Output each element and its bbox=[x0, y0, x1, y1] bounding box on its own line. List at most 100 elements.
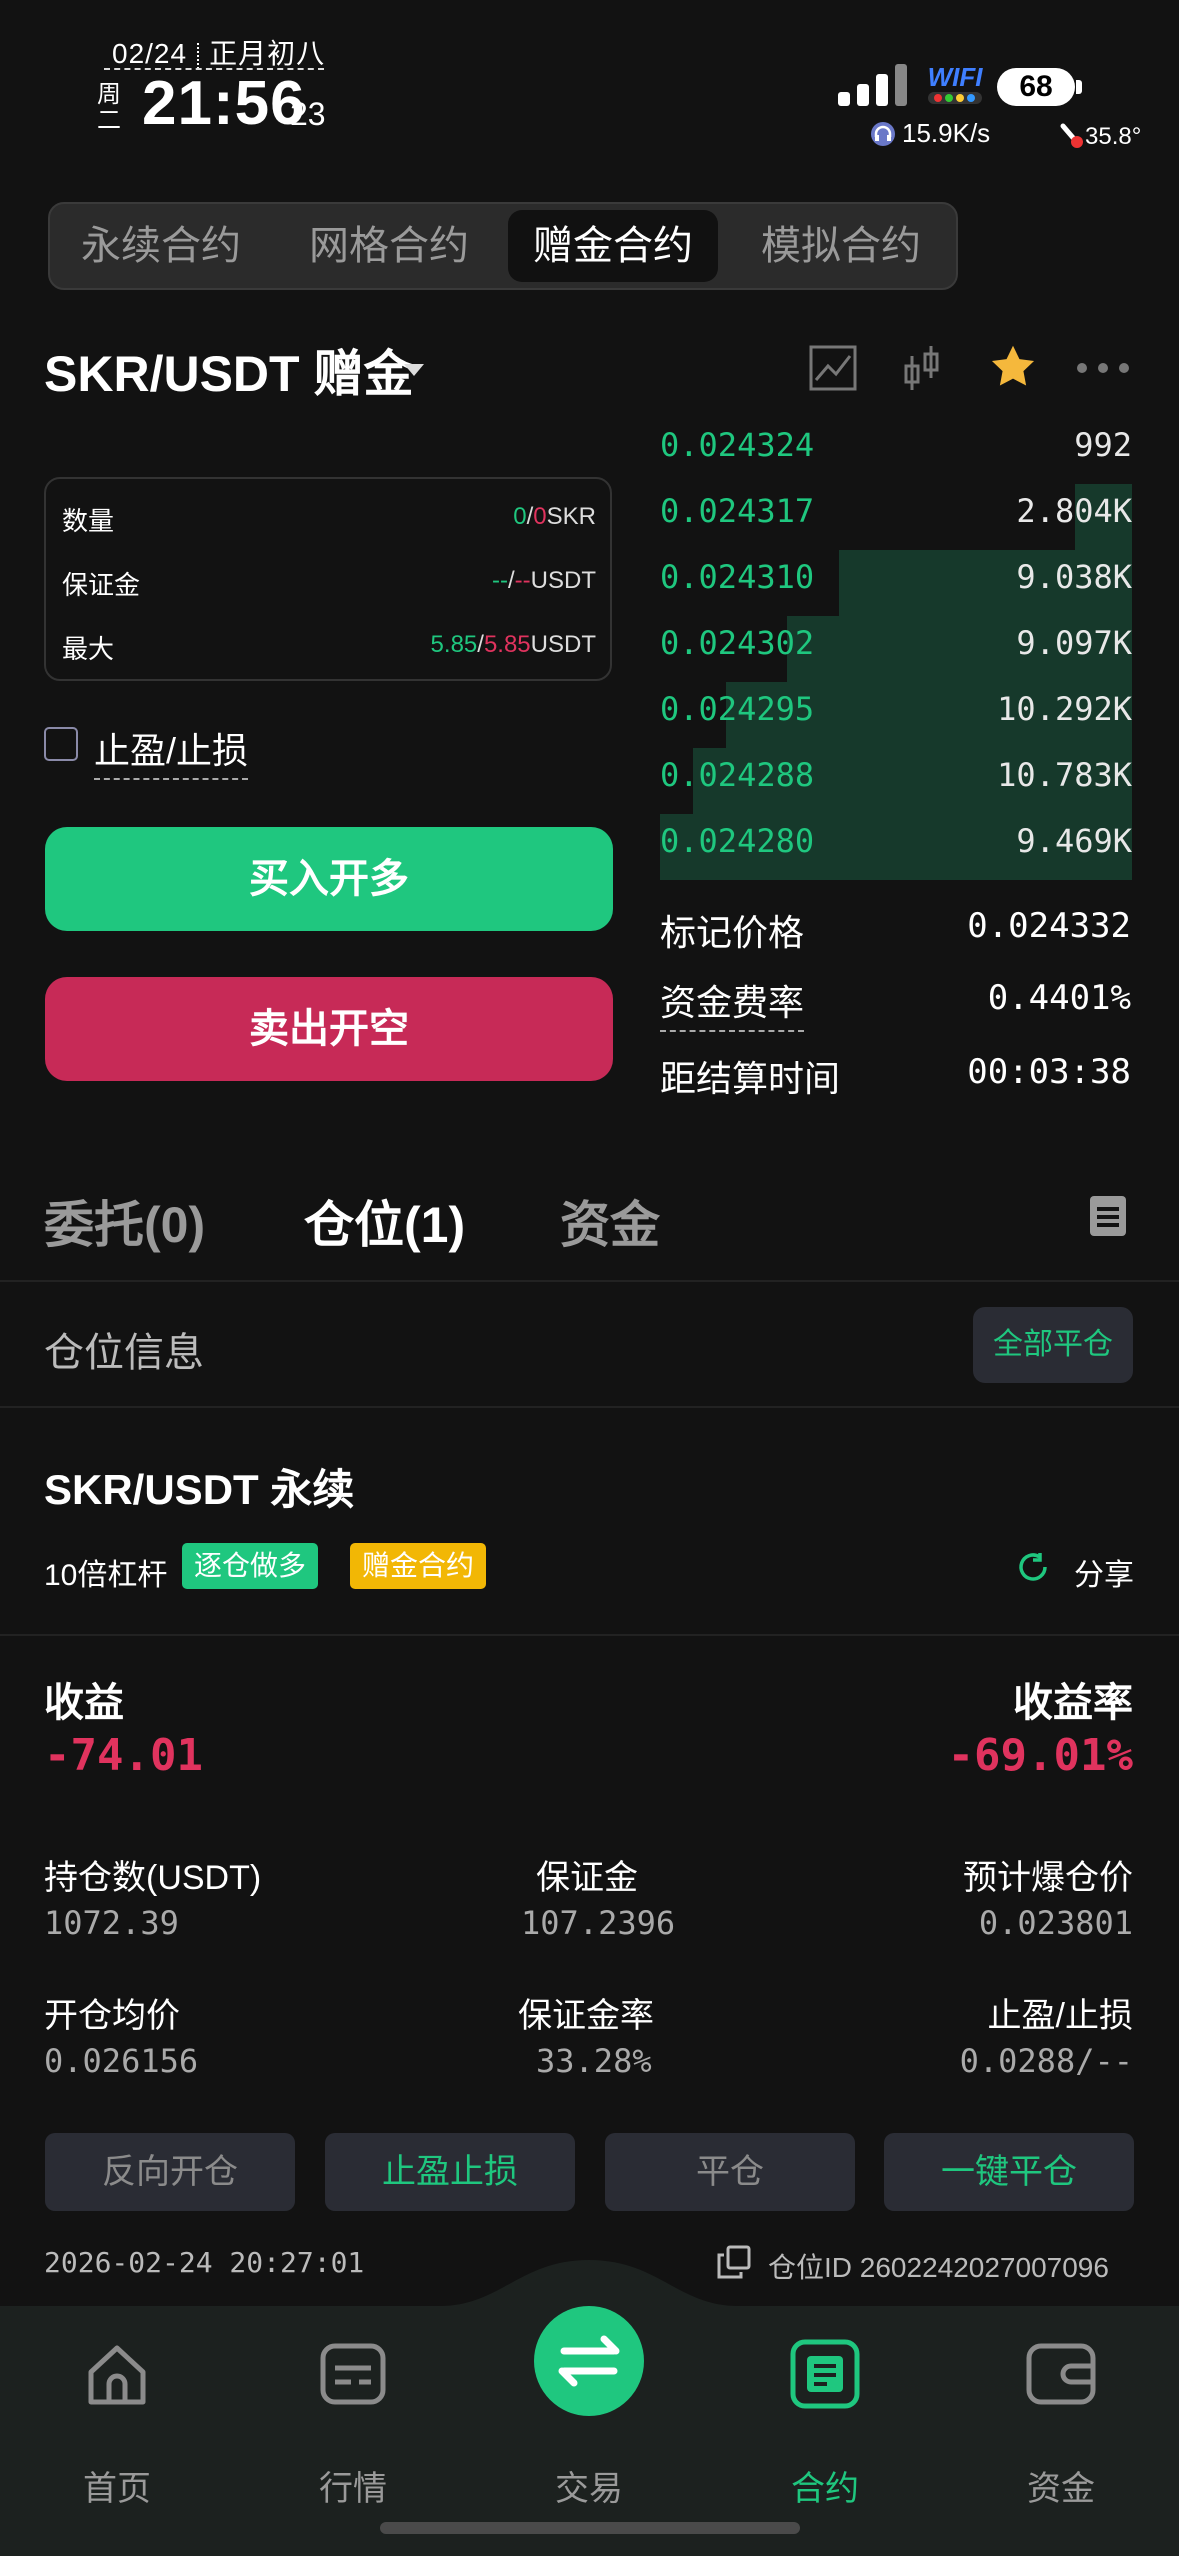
orderbook-row[interactable]: 0.024317 2.804K bbox=[660, 484, 1132, 550]
battery-icon: 68 bbox=[997, 68, 1075, 106]
tab-bonus[interactable]: 赠金合约 bbox=[508, 210, 718, 282]
reverse-position-button[interactable]: 反向开仓 bbox=[45, 2133, 295, 2211]
divider bbox=[0, 1280, 1179, 1282]
battery-tip bbox=[1076, 80, 1082, 94]
position-title: SKR/USDT 永续 bbox=[44, 1466, 355, 1513]
funding-rate-label[interactable]: 资金费率 bbox=[660, 974, 805, 1032]
wallet-icon bbox=[1026, 2343, 1096, 2405]
orderbook-price: 0.024302 bbox=[660, 624, 815, 662]
orderbook-size: 9.038K bbox=[1016, 558, 1132, 596]
orderbook-price: 0.024310 bbox=[660, 558, 815, 596]
orderbook-price: 0.024288 bbox=[660, 756, 815, 794]
signal-icon bbox=[838, 64, 907, 106]
list-icon[interactable] bbox=[1090, 1196, 1126, 1236]
order-info-box: 数量 0/0SKR 保证金 --/--USDT 最大 5.85/5.85USDT bbox=[44, 477, 612, 681]
orderbook-price: 0.024317 bbox=[660, 492, 815, 530]
swap-icon bbox=[534, 2306, 644, 2416]
orderbook-size: 9.097K bbox=[1016, 624, 1132, 662]
orderbook-price: 0.024295 bbox=[660, 690, 815, 728]
star-icon[interactable] bbox=[987, 342, 1039, 392]
more-icon[interactable] bbox=[1074, 360, 1132, 376]
bottom-nav: 首页 行情 交易 合约 资金 bbox=[0, 2306, 1179, 2556]
qty-value: 0/0SKR bbox=[513, 503, 596, 530]
qty-label: 数量 bbox=[62, 506, 115, 536]
margin-value: 107.2396 bbox=[521, 1904, 676, 1942]
roe-label: 收益率 bbox=[1013, 1681, 1133, 1725]
chevron-down-icon[interactable] bbox=[404, 364, 424, 376]
orderbook-size: 2.804K bbox=[1016, 492, 1132, 530]
tab-simulated[interactable]: 模拟合约 bbox=[736, 210, 946, 282]
nav-label: 交易 bbox=[555, 2470, 623, 2508]
margin-label: 保证金 bbox=[536, 1859, 638, 1897]
status-weekday: 周二 bbox=[97, 81, 121, 134]
headphone-icon bbox=[871, 122, 895, 146]
temperature: 35.8° bbox=[1055, 120, 1141, 151]
market-icon bbox=[320, 2343, 386, 2405]
liq-price-value: 0.023801 bbox=[978, 1904, 1133, 1942]
tpsl-button[interactable]: 止盈止损 bbox=[325, 2133, 575, 2211]
position-info-title: 仓位信息 bbox=[44, 1331, 204, 1375]
nav-label: 行情 bbox=[319, 2470, 387, 2508]
leverage-label: 10倍杠杆 bbox=[44, 1559, 168, 1592]
tab-assets[interactable]: 资金 bbox=[560, 1185, 660, 1257]
share-button[interactable]: 分享 bbox=[1074, 1550, 1134, 1594]
orderbook-row[interactable]: 0.024280 9.469K bbox=[660, 814, 1132, 880]
max-label: 最大 bbox=[62, 634, 115, 664]
margin-value: --/--USDT bbox=[492, 567, 596, 594]
close-all-button[interactable]: 全部平仓 bbox=[973, 1307, 1133, 1383]
status-date: 02/24 正月初八 bbox=[112, 38, 326, 69]
tpsl-value: 0.0288/-- bbox=[959, 2042, 1133, 2080]
home-icon bbox=[88, 2345, 146, 2405]
share-icon[interactable] bbox=[1016, 1550, 1050, 1584]
network-speed: 15.9K/s bbox=[870, 118, 990, 149]
orderbook-size: 9.469K bbox=[1016, 822, 1132, 860]
liq-price-label: 预计爆仓价 bbox=[963, 1859, 1133, 1897]
tpsl-checkbox[interactable] bbox=[44, 727, 78, 761]
settlement-countdown-label: 距结算时间 bbox=[660, 1058, 841, 1099]
margin-rate-label: 保证金率 bbox=[518, 1997, 654, 2035]
candlestick-icon[interactable] bbox=[902, 342, 942, 394]
chart-line-icon[interactable] bbox=[808, 344, 858, 392]
entry-price-value: 0.026156 bbox=[44, 2042, 199, 2080]
close-position-button[interactable]: 平仓 bbox=[605, 2133, 855, 2211]
orderbook-size: 10.292K bbox=[997, 690, 1132, 728]
tpsl-label[interactable]: 止盈/止损 bbox=[94, 722, 249, 780]
orderbook-row[interactable]: 0.024324 992 bbox=[660, 418, 1132, 476]
nav-label: 合约 bbox=[791, 2470, 859, 2508]
orderbook-row[interactable]: 0.024310 9.038K bbox=[660, 550, 1132, 616]
pnl-label: 收益 bbox=[44, 1681, 124, 1725]
wifi-icon: WIFI bbox=[926, 64, 984, 108]
home-indicator[interactable] bbox=[380, 2522, 800, 2534]
mode-badge: 逐仓做多 bbox=[182, 1543, 319, 1589]
size-label: 持仓数(USDT) bbox=[44, 1859, 262, 1897]
orderbook-row[interactable]: 0.024288 10.783K bbox=[660, 748, 1132, 814]
tab-grid[interactable]: 网格合约 bbox=[284, 210, 494, 282]
contract-icon bbox=[790, 2339, 860, 2409]
nav-label: 资金 bbox=[1027, 2470, 1095, 2508]
orderbook-row[interactable]: 0.024302 9.097K bbox=[660, 616, 1132, 682]
orderbook-row[interactable]: 0.024295 10.292K bbox=[660, 682, 1132, 748]
pnl-value: -74.01 bbox=[44, 1730, 203, 1781]
mark-price-label: 标记价格 bbox=[660, 912, 805, 953]
sell-short-button[interactable]: 卖出开空 bbox=[45, 977, 613, 1081]
thermometer-icon bbox=[1060, 123, 1083, 148]
settlement-countdown-value: 00:03:38 bbox=[967, 1052, 1131, 1092]
roe-value: -69.01% bbox=[947, 1730, 1133, 1781]
pair-selector[interactable]: SKR/USDT 赠金 bbox=[44, 334, 413, 406]
entry-price-label: 开仓均价 bbox=[44, 1997, 180, 2035]
bonus-badge: 赠金合约 bbox=[350, 1543, 487, 1589]
funding-rate-value: 0.4401% bbox=[987, 978, 1131, 1018]
tab-perpetual[interactable]: 永续合约 bbox=[56, 210, 266, 282]
tab-orders[interactable]: 委托(0) bbox=[44, 1185, 205, 1257]
divider bbox=[0, 1406, 1179, 1408]
nav-label: 首页 bbox=[83, 2470, 151, 2508]
orderbook-price: 0.024324 bbox=[660, 426, 815, 464]
tab-positions[interactable]: 仓位(1) bbox=[304, 1185, 465, 1257]
buy-long-button[interactable]: 买入开多 bbox=[45, 827, 613, 931]
one-click-close-button[interactable]: 一键平仓 bbox=[884, 2133, 1134, 2211]
divider bbox=[0, 1634, 1179, 1636]
mark-price-value: 0.024332 bbox=[967, 906, 1131, 946]
orderbook-size: 992 bbox=[1074, 426, 1132, 464]
margin-label: 保证金 bbox=[62, 570, 141, 600]
status-time: 21:56 bbox=[142, 69, 306, 138]
